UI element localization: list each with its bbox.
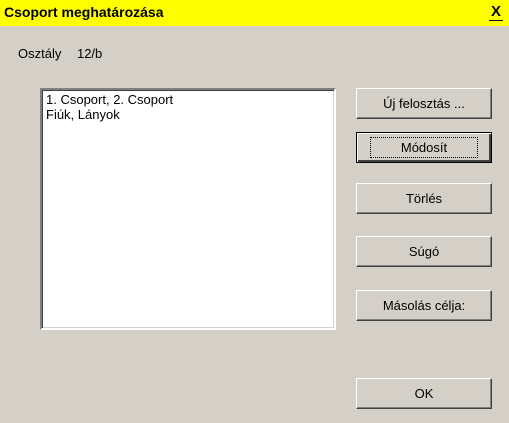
class-label: Osztály — [18, 46, 62, 61]
modify-button-label: Módosít — [369, 137, 479, 158]
class-value: 12/b — [76, 46, 103, 61]
list-item[interactable]: Fiúk, Lányok — [46, 107, 330, 122]
delete-button[interactable]: Törlés — [356, 183, 492, 214]
help-button[interactable]: Súgó — [356, 236, 492, 267]
copy-target-button[interactable]: Másolás célja: — [356, 290, 492, 321]
new-split-button[interactable]: Új felosztás ... — [356, 88, 492, 119]
window-title: Csoport meghatározása — [4, 4, 164, 20]
title-bar[interactable]: Csoport meghatározása X — [0, 0, 509, 26]
list-item[interactable]: 1. Csoport, 2. Csoport — [46, 92, 330, 107]
ok-button[interactable]: OK — [356, 378, 492, 409]
modify-button[interactable]: Módosít — [356, 132, 492, 163]
close-icon[interactable]: X — [489, 4, 503, 21]
groups-listbox[interactable]: 1. Csoport, 2. Csoport Fiúk, Lányok — [40, 88, 336, 330]
class-row: Osztály 12/b — [18, 46, 102, 61]
group-definition-dialog: Csoport meghatározása X Osztály 12/b 1. … — [0, 0, 509, 423]
